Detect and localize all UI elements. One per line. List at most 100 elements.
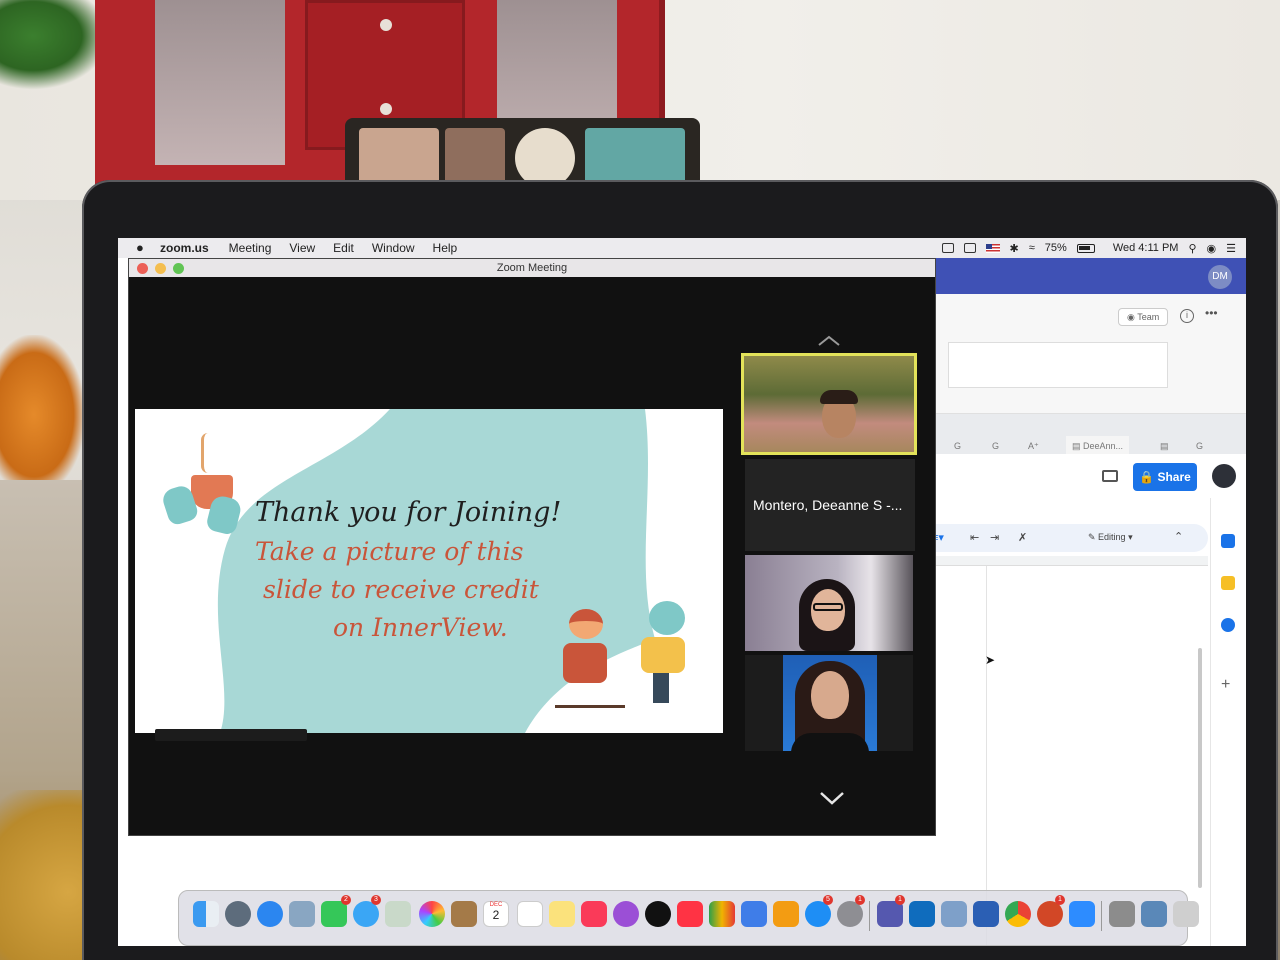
- podcasts-icon[interactable]: [613, 901, 639, 927]
- increase-indent-icon[interactable]: ⇥: [990, 531, 999, 544]
- info-icon[interactable]: i: [1180, 309, 1194, 323]
- documents-stack-icon[interactable]: [1173, 901, 1199, 927]
- video-tile[interactable]: [745, 555, 913, 651]
- airplay-icon[interactable]: [963, 243, 976, 253]
- zoom-icon[interactable]: [1069, 901, 1095, 927]
- document-page[interactable]: [986, 566, 1208, 946]
- calendar-side-icon[interactable]: [1221, 534, 1235, 548]
- music-icon[interactable]: [581, 901, 607, 927]
- share-label: Share: [1157, 470, 1191, 484]
- close-window-icon[interactable]: [137, 263, 148, 274]
- gallery-scroll-up-icon[interactable]: [817, 335, 841, 347]
- share-button[interactable]: 🔒 Share: [1133, 463, 1197, 491]
- google-tab-icon[interactable]: G: [948, 436, 967, 456]
- contacts-icon[interactable]: [451, 901, 477, 927]
- add-addon-icon[interactable]: +: [1221, 676, 1230, 694]
- tasks-side-icon[interactable]: [1221, 618, 1235, 632]
- menu-view[interactable]: View: [289, 241, 315, 255]
- gallery-scroll-down-icon[interactable]: [819, 791, 845, 805]
- keep-side-icon[interactable]: [1221, 576, 1235, 590]
- collapse-toolbar-icon[interactable]: ⌃: [1174, 530, 1183, 543]
- zoom-window: Zoom Meeting Thank you for Joining! Take…: [128, 258, 936, 836]
- classroom-input[interactable]: [948, 342, 1168, 388]
- apple-tv-icon[interactable]: [645, 901, 671, 927]
- screen-capture-icon[interactable]: [1141, 901, 1167, 927]
- scrollbar[interactable]: [1198, 648, 1202, 888]
- menu-help[interactable]: Help: [433, 241, 458, 255]
- calendar-icon[interactable]: DEC 2: [483, 901, 509, 927]
- participant-hair: [820, 390, 858, 404]
- video-tile-active[interactable]: [741, 353, 917, 455]
- clear-format-icon[interactable]: ✗: [1018, 531, 1027, 544]
- finder-icon[interactable]: [193, 901, 219, 927]
- downloads-icon[interactable]: [1109, 901, 1135, 927]
- skiing-kid-illustration: [555, 609, 625, 709]
- spotlight-icon[interactable]: ⚲: [1188, 242, 1196, 255]
- cabinet-glass-left: [155, 0, 285, 165]
- photos-icon[interactable]: [419, 901, 445, 927]
- menu-window[interactable]: Window: [372, 241, 415, 255]
- status-area: ✱ ≈ 75% Wed 4:11 PM ⚲ ◉ ☰: [941, 238, 1236, 258]
- notes-icon[interactable]: [549, 901, 575, 927]
- google-tab-icon[interactable]: G: [986, 436, 1005, 456]
- editing-label: Editing: [1098, 532, 1126, 542]
- maps-icon[interactable]: [385, 901, 411, 927]
- ruler: 7: [918, 556, 1208, 566]
- pumpkin: [0, 335, 85, 480]
- news-icon[interactable]: [677, 901, 703, 927]
- participant-name: Montero, Deeanne S -...: [753, 497, 903, 513]
- slideshow-toolbar[interactable]: [155, 729, 307, 741]
- facetime-icon[interactable]: [321, 901, 347, 927]
- mouse-cursor-icon: ➤: [985, 653, 996, 667]
- classroom-panel: ◉ Team i •••: [918, 294, 1246, 414]
- editing-mode-dropdown[interactable]: ✎ Editing ▾: [1088, 532, 1133, 543]
- control-center-icon[interactable]: ☰: [1226, 242, 1236, 255]
- docs-tab-icon[interactable]: ▤: [1154, 436, 1175, 456]
- profile-avatar[interactable]: [1212, 464, 1236, 488]
- video-tile-named[interactable]: Montero, Deeanne S -...: [745, 459, 915, 551]
- pages-icon[interactable]: [773, 901, 799, 927]
- video-tile[interactable]: [745, 655, 913, 751]
- keynote-icon[interactable]: [741, 901, 767, 927]
- account-avatar[interactable]: DM: [1208, 265, 1232, 289]
- menu-app[interactable]: zoom.us: [160, 241, 209, 255]
- slide-line: Take a picture of this: [255, 537, 524, 566]
- comment-icon[interactable]: [1102, 470, 1118, 482]
- apple-icon[interactable]: ●: [136, 241, 150, 255]
- fullscreen-window-icon[interactable]: [173, 263, 184, 274]
- font-tab-icon[interactable]: A⁺: [1022, 436, 1045, 456]
- side-panel: +: [1210, 498, 1246, 946]
- safari-icon[interactable]: [257, 901, 283, 927]
- portrait-photo: [783, 655, 877, 751]
- preview-icon[interactable]: [289, 901, 315, 927]
- launchpad-icon[interactable]: [225, 901, 251, 927]
- docs-tab[interactable]: ▤ DeeAnn...: [1066, 436, 1130, 456]
- chrome-icon[interactable]: [1005, 901, 1031, 927]
- menu-meeting[interactable]: Meeting: [229, 241, 272, 255]
- word-icon[interactable]: [973, 901, 999, 927]
- skating-kid-illustration: [635, 601, 705, 711]
- zoom-status-icon[interactable]: [941, 243, 954, 253]
- dock-separator: [869, 901, 870, 931]
- facetime-badge: 2: [341, 895, 351, 905]
- slide-line: on InnerView.: [333, 613, 508, 642]
- bluetooth-icon[interactable]: ✱: [1010, 242, 1019, 255]
- menu-clock[interactable]: Wed 4:11 PM: [1113, 242, 1179, 254]
- wifi-icon[interactable]: ≈: [1029, 242, 1035, 254]
- menu-edit[interactable]: Edit: [333, 241, 354, 255]
- powerpoint-badge: 1: [1055, 895, 1065, 905]
- siri-icon[interactable]: ◉: [1207, 242, 1217, 255]
- numbers-icon[interactable]: [709, 901, 735, 927]
- docs-tab-label: DeeAnn...: [1083, 441, 1124, 451]
- screenshot-icon[interactable]: [941, 901, 967, 927]
- decrease-indent-icon[interactable]: ⇤: [970, 531, 979, 544]
- minimize-window-icon[interactable]: [155, 263, 166, 274]
- more-icon[interactable]: •••: [1205, 306, 1218, 320]
- outlook-icon[interactable]: [909, 901, 935, 927]
- reminders-icon[interactable]: [517, 901, 543, 927]
- team-chip[interactable]: ◉ Team: [1118, 308, 1169, 326]
- drawer-knob: [380, 103, 392, 115]
- google-tab-icon[interactable]: G: [1190, 436, 1209, 456]
- input-source-flag-icon[interactable]: [985, 243, 1000, 253]
- battery-icon[interactable]: [1076, 243, 1095, 253]
